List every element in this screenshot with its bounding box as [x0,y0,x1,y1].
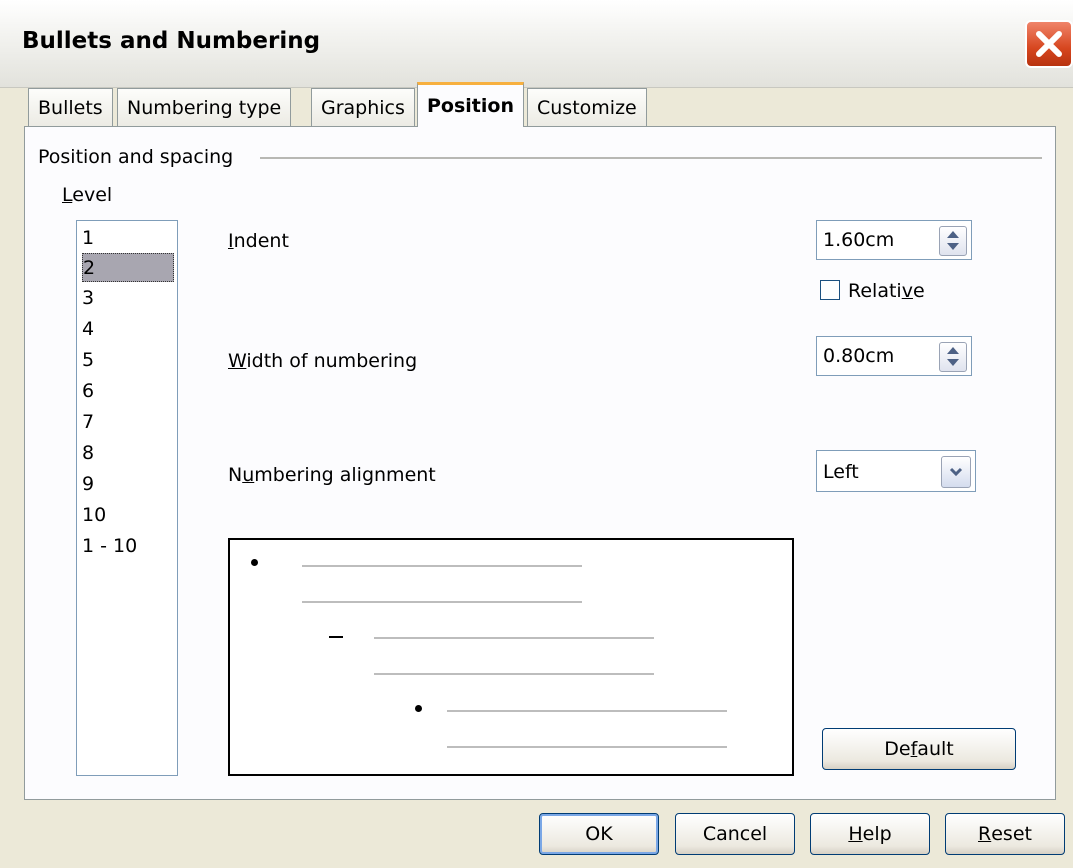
level-item-7[interactable]: 7 [82,408,174,437]
preview-line [302,565,582,567]
preview-bullet-level1 [251,559,258,566]
level-label-text: evel [72,184,113,206]
reset-label-text: eset [991,823,1032,845]
close-x-icon [1036,31,1062,57]
level-item-5[interactable]: 5 [82,346,174,375]
tab-graphics[interactable]: Graphics [311,88,415,126]
spin-arrows-icon[interactable] [939,342,967,372]
chevron-down-glyph [949,467,963,477]
level-item-8[interactable]: 8 [82,439,174,468]
level-item-4[interactable]: 4 [82,315,174,344]
indent-label-text: ndent [233,230,289,252]
alignment-label-b: mbering alignment [254,464,436,486]
spin-up-icon[interactable] [947,347,959,354]
alignment-value[interactable]: Left [823,461,859,483]
indent-value[interactable]: 1.60cm [823,229,894,251]
spin-down-icon[interactable] [947,243,959,250]
tab-numbering-type[interactable]: Numbering type [117,88,292,126]
help-button[interactable]: Help [810,813,930,855]
ok-button[interactable]: OK [539,813,659,855]
relative-label-b: e [912,280,925,302]
group-separator [260,157,1042,159]
width-value[interactable]: 0.80cm [823,345,894,367]
help-label-mnemonic: H [848,823,863,845]
tab-position[interactable]: Position [417,82,524,127]
relative-label-a: Relati [848,280,902,302]
help-label-text: elp [862,823,892,845]
level-item-9[interactable]: 9 [82,470,174,499]
spin-arrows-icon[interactable] [939,226,967,256]
cancel-button[interactable]: Cancel [675,813,795,855]
alignment-select[interactable]: Left [816,450,976,492]
chevron-down-icon[interactable] [941,456,971,488]
relative-label-mnemonic: v [901,280,913,302]
level-item-1-10[interactable]: 1 - 10 [82,532,174,561]
spin-down-icon[interactable] [947,359,959,366]
relative-label: Relative [848,280,925,302]
default-label-mnemonic: f [910,738,918,760]
default-label-b: ault [917,738,954,760]
width-label-text: idth of numbering [246,350,418,372]
preview-line [374,637,654,639]
level-label-mnemonic: L [62,184,73,206]
alignment-label-mnemonic: u [242,464,255,486]
dialog-title: Bullets and Numbering [22,28,321,54]
tab-customize[interactable]: Customize [527,88,647,126]
level-label: Level [62,184,112,206]
group-label-position-spacing: Position and spacing [38,146,240,168]
alignment-label-a: N [228,464,243,486]
alignment-label: Numbering alignment [228,464,436,486]
preview-line [374,673,654,675]
reset-label-mnemonic: R [978,823,992,845]
level-item-2[interactable]: 2 [82,253,174,282]
level-item-10[interactable]: 10 [82,501,174,530]
width-label: Width of numbering [228,350,417,372]
preview-bullet-level3 [415,705,422,712]
default-label-a: De [884,738,911,760]
spin-up-icon[interactable] [947,231,959,238]
close-button[interactable] [1025,20,1073,68]
preview-line [302,601,582,603]
level-item-3[interactable]: 3 [82,284,174,313]
preview-dash-level2 [329,636,343,638]
preview-line [447,746,727,748]
position-preview [228,538,794,776]
width-spinbox[interactable]: 0.80cm [816,336,972,376]
default-button[interactable]: De f ault [822,728,1016,770]
level-list[interactable]: 1 2 3 4 5 6 7 8 9 10 1 - 10 [76,220,178,776]
level-item-6[interactable]: 6 [82,377,174,406]
reset-button[interactable]: Reset [945,813,1065,855]
level-item-1[interactable]: 1 [82,224,174,253]
width-label-mnemonic: W [228,350,247,372]
tab-bullets[interactable]: Bullets [28,88,113,126]
indent-spinbox[interactable]: 1.60cm [816,220,972,260]
relative-checkbox[interactable] [820,280,840,300]
indent-label: Indent [228,230,289,252]
preview-line [447,710,727,712]
